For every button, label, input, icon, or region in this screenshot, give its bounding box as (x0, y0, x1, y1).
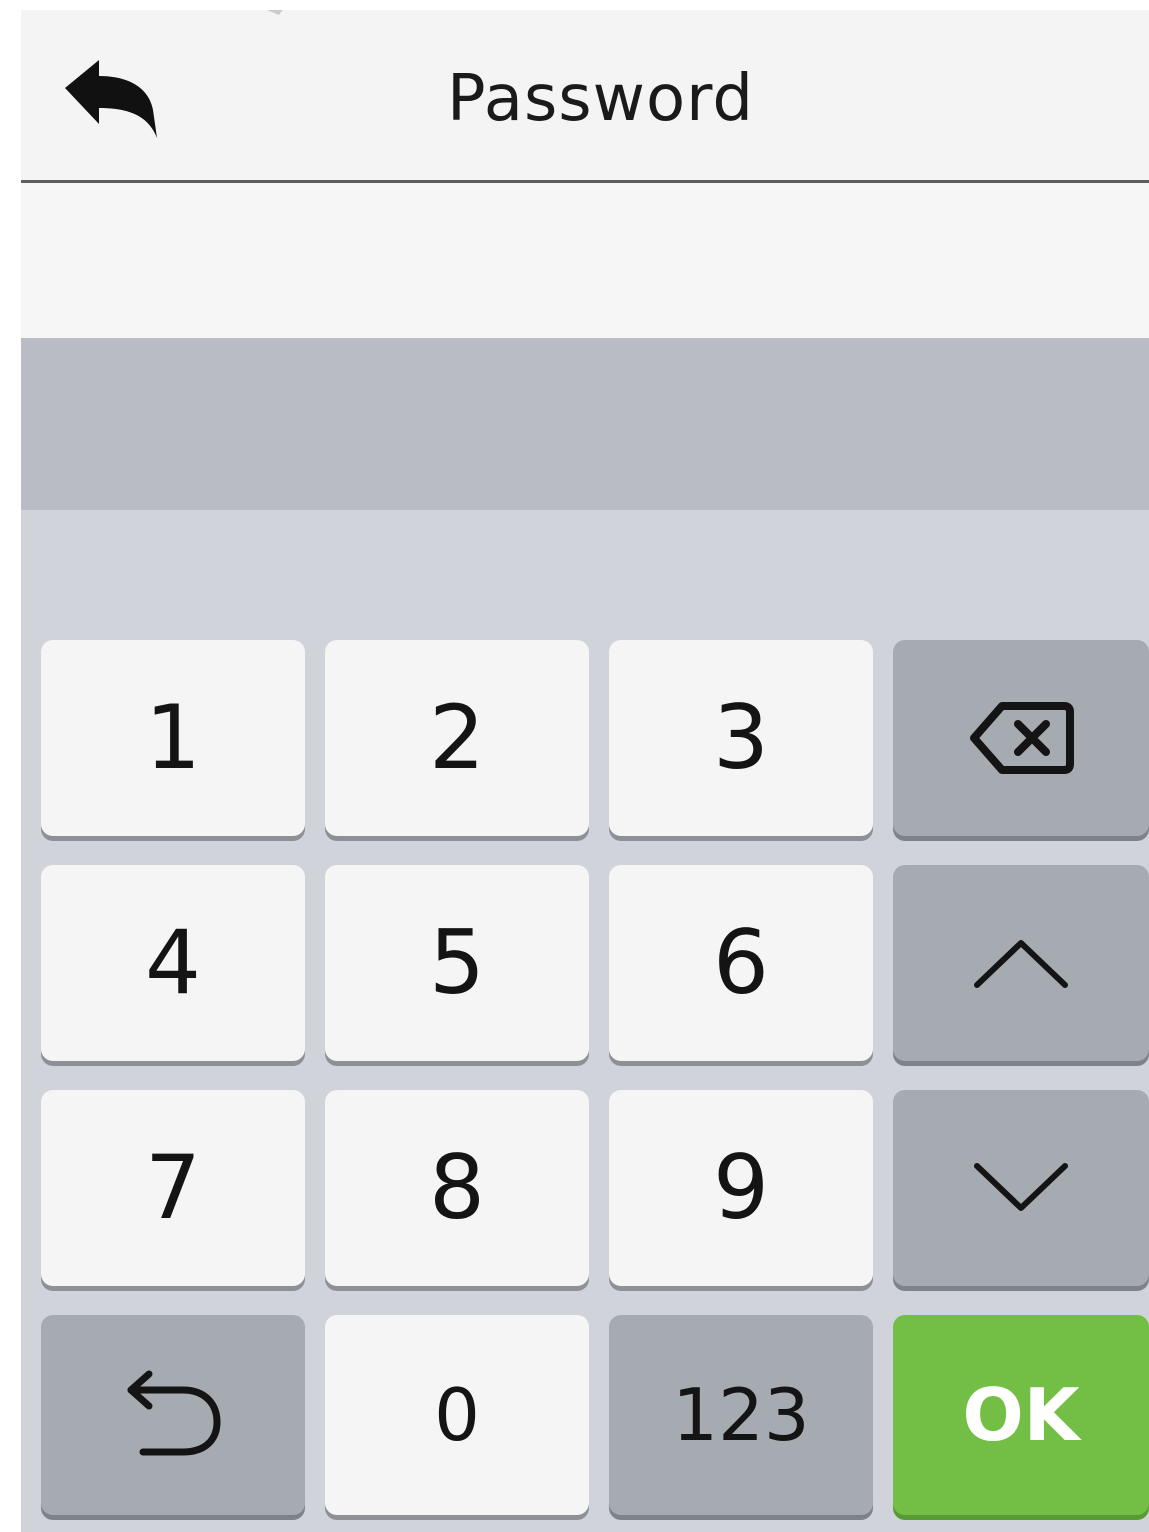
key-6-label: 6 (713, 911, 769, 1014)
input-mode-label: 123 (672, 1373, 810, 1457)
undo-icon (127, 1370, 221, 1456)
key-3[interactable]: 3 (609, 640, 873, 836)
key-8-label: 8 (429, 1136, 485, 1239)
ok-button-label: OK (962, 1373, 1080, 1457)
key-1[interactable]: 1 (41, 640, 305, 836)
key-0[interactable]: 0 (325, 1315, 589, 1515)
undo-button[interactable] (41, 1315, 305, 1515)
input-mode-button[interactable]: 123 (609, 1315, 873, 1515)
content-area (21, 183, 1149, 338)
scroll-up-button[interactable] (893, 865, 1149, 1061)
key-4-label: 4 (145, 911, 201, 1014)
key-2-label: 2 (429, 686, 485, 789)
backspace-icon (970, 702, 1074, 774)
key-2[interactable]: 2 (325, 640, 589, 836)
back-arrow-icon (65, 60, 157, 138)
ok-button[interactable]: OK (893, 1315, 1149, 1515)
key-7-label: 7 (145, 1136, 201, 1239)
key-9-label: 9 (713, 1136, 769, 1239)
backspace-button[interactable] (893, 640, 1149, 836)
key-3-label: 3 (713, 686, 769, 789)
key-0-label: 0 (434, 1373, 480, 1457)
page-title: Password (447, 62, 754, 136)
key-9[interactable]: 9 (609, 1090, 873, 1286)
password-input[interactable] (21, 338, 1149, 510)
key-8[interactable]: 8 (325, 1090, 589, 1286)
scroll-down-button[interactable] (893, 1090, 1149, 1286)
key-5[interactable]: 5 (325, 865, 589, 1061)
key-4[interactable]: 4 (41, 865, 305, 1061)
key-5-label: 5 (429, 911, 485, 1014)
chevron-up-icon (974, 940, 1068, 988)
password-screen: Password 1 2 3 4 5 6 7 8 9 0 123 OK (21, 10, 1149, 1532)
back-button[interactable] (57, 48, 167, 148)
key-1-label: 1 (145, 686, 201, 789)
key-6[interactable]: 6 (609, 865, 873, 1061)
chevron-down-icon (974, 1163, 1068, 1211)
header: Password (21, 10, 1149, 180)
key-7[interactable]: 7 (41, 1090, 305, 1286)
numeric-keypad: 1 2 3 4 5 6 7 8 9 0 123 OK (21, 510, 1149, 1532)
